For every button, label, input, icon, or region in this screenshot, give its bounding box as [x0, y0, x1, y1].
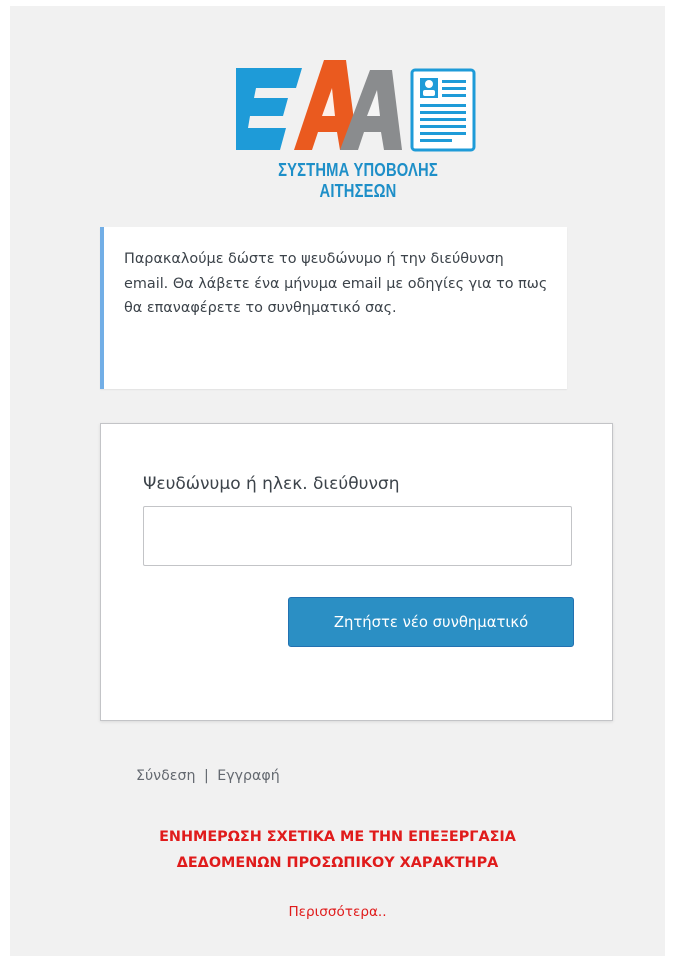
username-email-label: Ψευδώνυμο ή ηλεκ. διεύθυνση — [143, 474, 400, 494]
get-new-password-button[interactable]: Ζητήστε νέο συνθηματικό — [288, 597, 574, 647]
info-message-text: Παρακαλούμε δώστε το ψευδώνυμο ή την διε… — [124, 251, 548, 316]
info-message: Παρακαλούμε δώστε το ψευδώνυμο ή την διε… — [100, 227, 567, 389]
gdpr-notice-line1: ΕΝΗΜΕΡΩΣΗ ΣΧΕΤΙΚΑ ΜΕ ΤΗΝ ΕΠΕΞΕΡΓΑΣΙΑ — [159, 829, 516, 845]
gdpr-notice-line2: ΔΕΔΟΜΕΝΩΝ ΠΡΟΣΩΠΙΚΟΥ ΧΑΡΑΚΤΗΡΑ — [176, 855, 499, 871]
more-info-link[interactable]: Περισσότερα.. — [288, 904, 386, 920]
login-link[interactable]: Σύνδεση — [136, 768, 195, 784]
logo-graphic — [236, 60, 476, 152]
register-link[interactable]: Εγγραφή — [217, 768, 279, 784]
site-logo[interactable]: ΣΥΣΤΗΜΑ ΥΠΟΒΟΛΗΣ ΑΙΤΗΣΕΩΝ — [236, 60, 480, 201]
more-info: Περισσότερα.. — [0, 904, 675, 920]
gdpr-notice: ΕΝΗΜΕΡΩΣΗ ΣΧΕΤΙΚΑ ΜΕ ΤΗΝ ΕΠΕΞΕΡΓΑΣΙΑ ΔΕΔ… — [0, 824, 675, 876]
logo-caption: ΣΥΣΤΗΜΑ ΥΠΟΒΟΛΗΣ ΑΙΤΗΣΕΩΝ — [278, 160, 438, 201]
document-icon — [410, 68, 476, 152]
nav-links: Σύνδεση | Εγγραφή — [136, 768, 280, 784]
lost-password-form: Ψευδώνυμο ή ηλεκ. διεύθυνση Ζητήστε νέο … — [100, 423, 613, 721]
username-email-input[interactable] — [143, 506, 572, 566]
nav-separator: | — [203, 768, 209, 784]
